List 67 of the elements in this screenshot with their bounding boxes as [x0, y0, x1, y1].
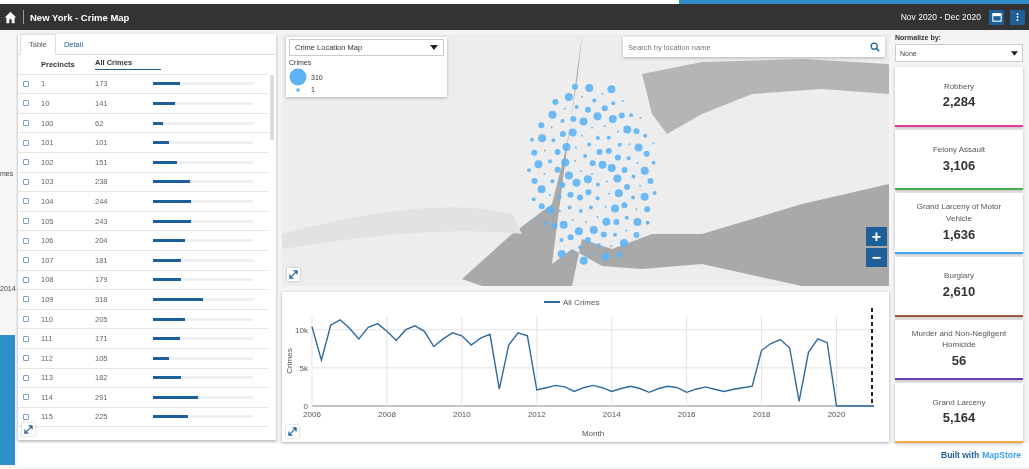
- large-bubble-icon: [289, 68, 307, 86]
- row-checkbox[interactable]: [23, 100, 29, 107]
- x-tick-label: 2018: [752, 410, 771, 419]
- x-tick-label: 2012: [527, 410, 546, 419]
- expand-button[interactable]: [287, 268, 300, 281]
- card-value: 56: [951, 352, 967, 368]
- row-checkbox[interactable]: [23, 218, 29, 225]
- card-label: Grand Larceny of Motor Vehicle: [915, 201, 1003, 225]
- expand-button[interactable]: [22, 423, 35, 436]
- zoom-in-button[interactable]: +: [866, 227, 887, 246]
- row-checkbox[interactable]: [23, 139, 29, 146]
- y-tick-label: 0: [303, 402, 308, 411]
- card-value: 2,284: [942, 94, 976, 110]
- card-label: Murder and Non-Negligent Homicide: [910, 327, 1008, 351]
- y-axis-title: Crimes: [285, 348, 294, 374]
- search-icon[interactable]: [870, 42, 880, 52]
- card-label: Burglary: [944, 270, 974, 282]
- card-value: 3,106: [942, 157, 976, 173]
- x-tick-label: 2020: [827, 410, 846, 419]
- x-tick-label: 2008: [378, 410, 396, 419]
- card-label: Robbery: [943, 80, 975, 93]
- row-checkbox[interactable]: [23, 120, 29, 127]
- card-label: Felony Assault: [933, 143, 985, 156]
- expand-icon: [289, 270, 298, 279]
- more-icon: [1016, 12, 1019, 22]
- row-checkbox[interactable]: [23, 237, 29, 244]
- row-checkbox[interactable]: [23, 316, 29, 322]
- card-value: 1,636: [942, 226, 976, 242]
- row-checkbox[interactable]: [23, 335, 29, 342]
- row-checkbox[interactable]: [23, 355, 29, 362]
- small-bubble-icon: [296, 87, 300, 92]
- row-checkbox[interactable]: [23, 178, 29, 185]
- home-icon[interactable]: [4, 10, 17, 24]
- footer-text: Built with: [941, 450, 980, 460]
- more-options-button[interactable]: [1010, 9, 1025, 25]
- x-tick-label: 2014: [602, 410, 621, 419]
- row-checkbox[interactable]: [23, 257, 29, 264]
- row-checkbox[interactable]: [23, 394, 29, 401]
- row-checkbox[interactable]: [23, 80, 29, 87]
- scrollbar[interactable]: [270, 75, 274, 140]
- row-checkbox[interactable]: [23, 414, 29, 420]
- y-tick-label: 10k: [295, 325, 308, 335]
- window-title: New York - Crime Map: [30, 11, 130, 23]
- expand-button[interactable]: [286, 425, 299, 438]
- date-range: Nov 2020 - Dec 2020: [900, 12, 981, 22]
- x-tick-label: 2006: [303, 410, 321, 419]
- card-value: 5,164: [942, 410, 976, 426]
- card-label: Grand Larceny: [932, 396, 986, 409]
- expand-icon: [24, 425, 33, 434]
- row-checkbox[interactable]: [23, 296, 29, 303]
- y-tick-label: 5k: [299, 363, 308, 373]
- expand-icon: [288, 427, 297, 436]
- row-checkbox[interactable]: [23, 374, 29, 381]
- calendar-icon: [991, 12, 1002, 22]
- card-value: 2,610: [942, 283, 976, 299]
- zoom-out-button[interactable]: −: [866, 248, 887, 267]
- row-checkbox[interactable]: [23, 198, 29, 205]
- x-tick-label: 2010: [452, 410, 471, 419]
- legend-label: All Crimes: [563, 298, 600, 307]
- x-tick-label: 2016: [677, 410, 696, 419]
- caret-icon: [430, 45, 438, 50]
- caret-icon: [1011, 50, 1018, 56]
- x-axis-title: Month: [581, 429, 605, 438]
- row-checkbox[interactable]: [23, 276, 29, 283]
- legend-line-icon: [543, 301, 561, 303]
- calendar-button[interactable]: [989, 9, 1004, 25]
- row-checkbox[interactable]: [23, 159, 29, 166]
